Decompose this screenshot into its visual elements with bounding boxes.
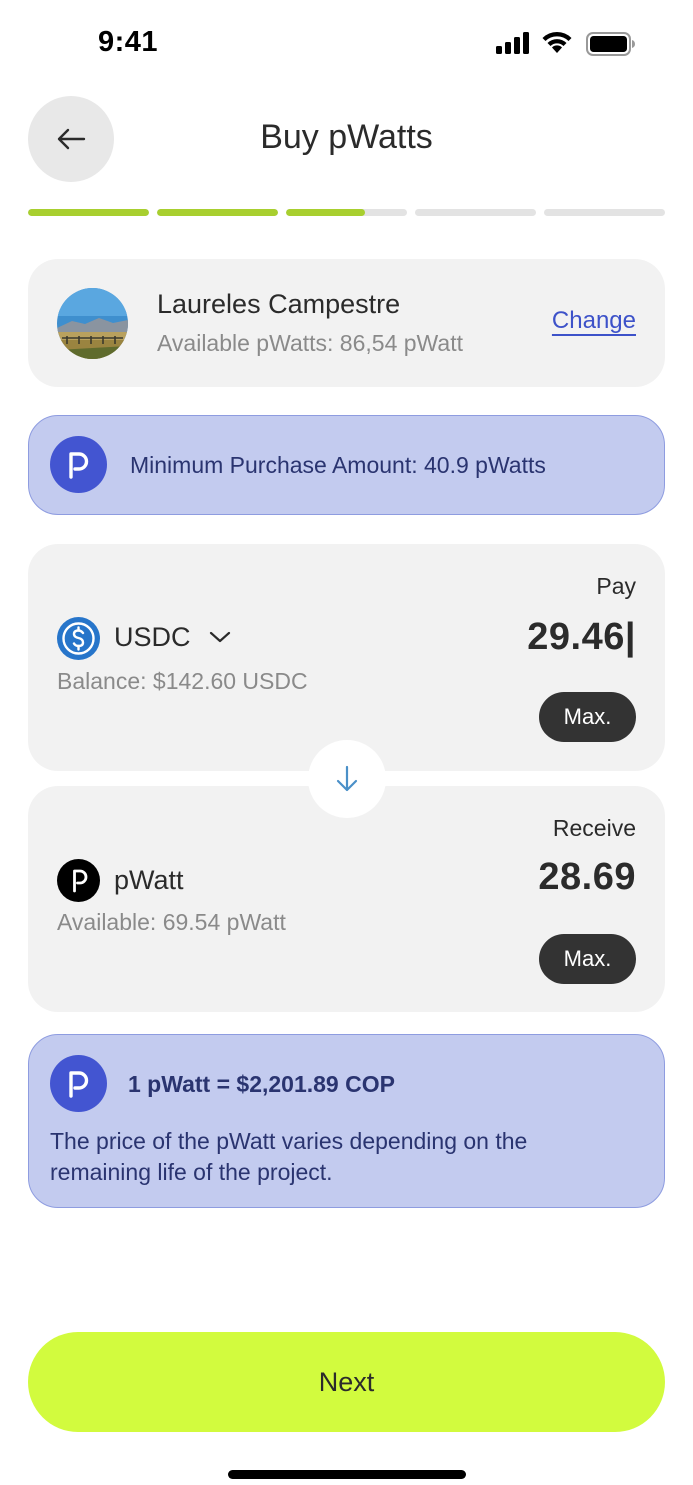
project-avatar [57,288,128,359]
project-available-pwatts: Available pWatts: 86,54 pWatt [157,330,463,356]
step-progress [28,209,665,217]
receive-available: Available: 69.54 pWatt [57,909,286,935]
status-time: 9:41 [98,26,159,58]
price-info-banner: 1 pWatt = $2,201.89 COP The price of the… [28,1034,665,1208]
progress-step-2 [157,209,278,216]
pay-balance: Balance: $142.60 USDC [57,668,308,694]
minimum-purchase-banner: Minimum Purchase Amount: 40.9 pWatts [28,415,665,515]
pay-label: Pay [596,573,636,599]
project-name: Laureles Campestre [157,289,401,319]
arrow-down-icon [336,765,358,792]
change-project-link[interactable]: Change [552,307,636,335]
receive-label: Receive [552,815,636,841]
progress-step-5 [544,209,665,216]
receive-card: Receive 28.69 pWatt Available: 69.54 pWa… [28,786,665,1012]
chevron-down-icon[interactable] [209,630,231,644]
price-description: The price of the pWatt varies depending … [50,1128,528,1185]
pay-token-name[interactable]: USDC [114,622,191,653]
progress-step-4 [415,209,536,216]
wifi-icon [542,31,572,53]
progress-step-fill [286,209,365,216]
pwatt-logo-icon [50,436,107,493]
page-title: Buy pWatts [260,118,433,156]
battery-icon [586,32,635,56]
pay-amount-input[interactable]: 29.46| [527,616,636,659]
progress-step-3 [286,209,407,216]
pay-max-button[interactable]: Max. [539,692,636,742]
project-card: Laureles Campestre Available pWatts: 86,… [28,259,665,387]
receive-max-button[interactable]: Max. [539,934,636,984]
next-button[interactable]: Next [28,1332,665,1432]
usdc-icon [57,617,100,660]
swap-direction-button[interactable] [308,740,386,818]
progress-step-1 [28,209,149,216]
progress-step-fill [28,209,149,216]
home-indicator [228,1470,466,1479]
exchange-rate: 1 pWatt = $2,201.89 COP [128,1071,395,1097]
pay-card: Pay 29.46| USDC Balance: $142.60 USDC Ma… [28,544,665,771]
progress-step-fill [157,209,278,216]
pwatt-logo-icon [50,1055,107,1112]
status-bar: 9:41 [0,0,693,88]
receive-token-name: pWatt [114,865,184,895]
cellular-signal-icon [496,32,529,54]
receive-amount[interactable]: 28.69 [538,856,636,899]
pwatt-token-icon [57,859,100,902]
minimum-purchase-text: Minimum Purchase Amount: 40.9 pWatts [130,452,546,478]
